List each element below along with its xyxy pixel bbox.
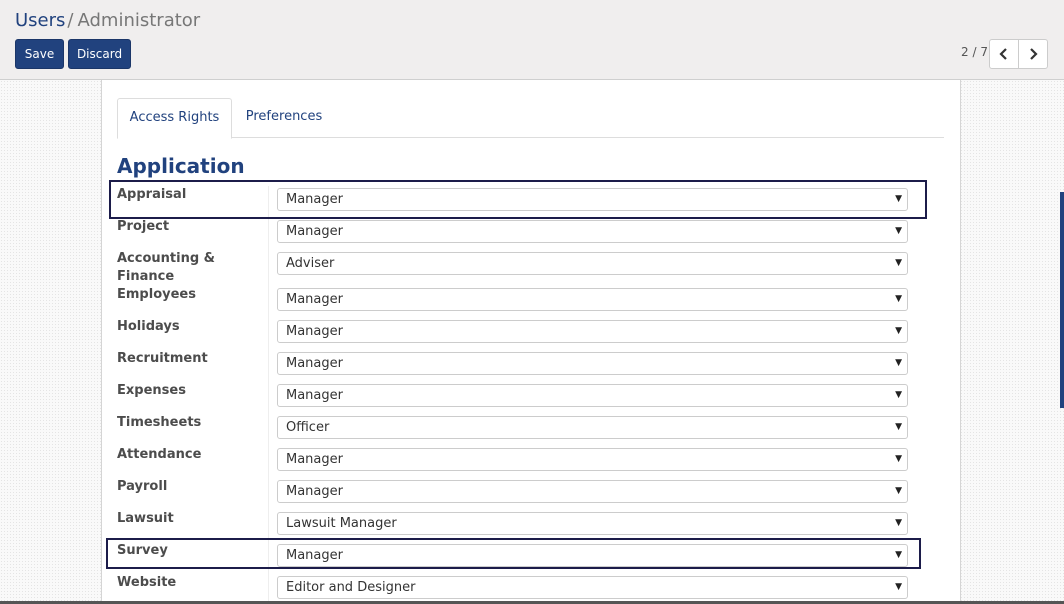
select-value: Manager: [286, 484, 343, 499]
select-payroll[interactable]: Manager ▼: [277, 480, 908, 503]
select-value: Editor and Designer: [286, 580, 416, 595]
field-label-payroll: Payroll: [117, 479, 168, 494]
caret-down-icon: ▼: [895, 550, 902, 560]
save-button[interactable]: Save: [15, 39, 64, 69]
select-value: Officer: [286, 420, 330, 435]
field-label-website: Website: [117, 575, 177, 590]
field-label-employees: Employees: [117, 287, 196, 302]
notebook-tabs: Access Rights Preferences: [117, 98, 944, 139]
field-label-appraisal: Appraisal: [117, 187, 187, 202]
chevron-right-icon: [1030, 48, 1038, 60]
field-label-holidays: Holidays: [117, 319, 180, 334]
select-attendance[interactable]: Manager ▼: [277, 448, 908, 471]
select-value: Manager: [286, 388, 343, 403]
column-divider: [268, 186, 269, 604]
caret-down-icon: ▼: [895, 326, 902, 336]
caret-down-icon: ▼: [895, 358, 902, 368]
caret-down-icon: ▼: [895, 422, 902, 432]
select-value: Adviser: [286, 256, 335, 271]
tab-preferences[interactable]: Preferences: [234, 98, 334, 138]
caret-down-icon: ▼: [895, 258, 902, 268]
select-lawsuit[interactable]: Lawsuit Manager ▼: [277, 512, 908, 535]
caret-down-icon: ▼: [895, 226, 902, 236]
breadcrumb-users-link[interactable]: Users: [15, 10, 65, 31]
select-recruitment[interactable]: Manager ▼: [277, 352, 908, 375]
select-value: Manager: [286, 324, 343, 339]
select-value: Manager: [286, 452, 343, 467]
select-value: Manager: [286, 224, 343, 239]
select-value: Lawsuit Manager: [286, 516, 397, 531]
discard-button[interactable]: Discard: [68, 39, 131, 69]
tab-access-rights[interactable]: Access Rights: [117, 98, 232, 139]
breadcrumb-current: Administrator: [77, 10, 201, 31]
caret-down-icon: ▼: [895, 194, 902, 204]
field-label-attendance: Attendance: [117, 447, 202, 462]
field-label-project: Project: [117, 219, 170, 234]
caret-down-icon: ▼: [895, 486, 902, 496]
select-survey[interactable]: Manager ▼: [277, 544, 908, 567]
select-value: Manager: [286, 548, 343, 563]
caret-down-icon: ▼: [895, 454, 902, 464]
field-label-lawsuit: Lawsuit: [117, 511, 174, 526]
select-accounting[interactable]: Adviser ▼: [277, 252, 908, 275]
caret-down-icon: ▼: [895, 582, 902, 592]
caret-down-icon: ▼: [895, 390, 902, 400]
section-title: Application: [117, 154, 245, 178]
field-label-recruitment: Recruitment: [117, 351, 208, 366]
pager-next-button[interactable]: [1018, 39, 1048, 69]
field-label-survey: Survey: [117, 543, 168, 558]
caret-down-icon: ▼: [895, 294, 902, 304]
select-timesheets[interactable]: Officer ▼: [277, 416, 908, 439]
breadcrumb: Users / Administrator: [15, 9, 200, 33]
field-label-expenses: Expenses: [117, 383, 186, 398]
scrollbar-thumb[interactable]: [1060, 192, 1064, 408]
select-value: Manager: [286, 356, 343, 371]
pager-value[interactable]: 2 / 7: [952, 45, 988, 59]
field-label-accounting: Accounting & Finance: [117, 251, 216, 284]
breadcrumb-separator: /: [67, 10, 74, 31]
control-panel: Users / Administrator Save Discard 2 / 7: [0, 0, 1064, 80]
chevron-left-icon: [999, 48, 1007, 60]
field-label-timesheets: Timesheets: [117, 415, 202, 430]
caret-down-icon: ▼: [895, 518, 902, 528]
pager-previous-button[interactable]: [989, 39, 1019, 69]
select-appraisal[interactable]: Manager ▼: [277, 188, 908, 211]
select-value: Manager: [286, 192, 343, 207]
select-holidays[interactable]: Manager ▼: [277, 320, 908, 343]
select-employees[interactable]: Manager ▼: [277, 288, 908, 311]
select-project[interactable]: Manager ▼: [277, 220, 908, 243]
select-website[interactable]: Editor and Designer ▼: [277, 576, 908, 599]
select-value: Manager: [286, 292, 343, 307]
select-expenses[interactable]: Manager ▼: [277, 384, 908, 407]
